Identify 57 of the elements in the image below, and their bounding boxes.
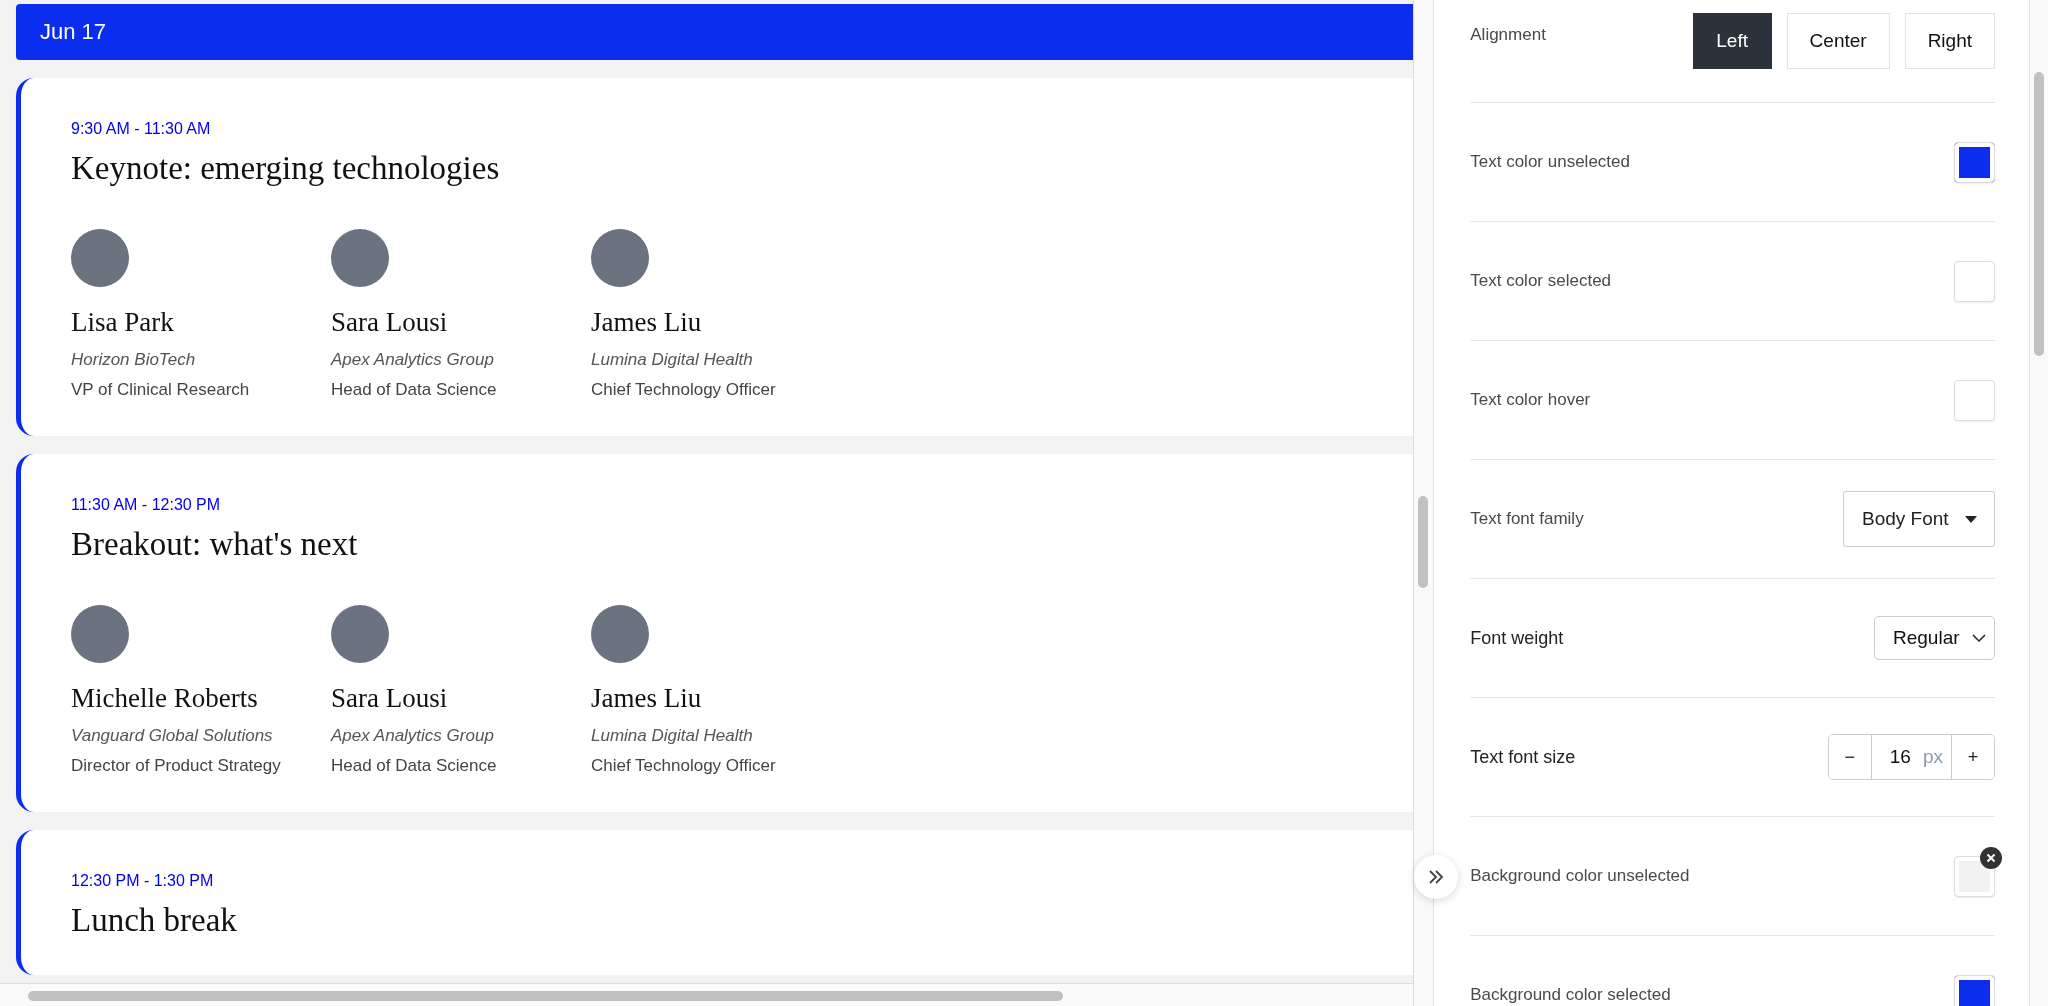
session-time: 9:30 AM - 11:30 AM	[71, 120, 212, 138]
session-time: 11:30 AM - 12:30 PM	[71, 496, 222, 514]
speaker-company: Lumina Digital Health	[591, 726, 754, 746]
color-swatch[interactable]	[1954, 141, 1995, 183]
setting-label: Font weight	[1470, 627, 1564, 649]
setting-label: Text color selected	[1470, 271, 1612, 291]
session-title: Breakout: what's next	[71, 526, 359, 563]
setting-label: Text font size	[1470, 746, 1576, 768]
color-swatch[interactable]	[1954, 379, 1995, 421]
speaker-company: Vanguard Global Solutions	[71, 726, 274, 746]
setting-label: Alignment	[1470, 25, 1546, 45]
setting-label: Text color unselected	[1470, 152, 1630, 172]
speaker-name: Michelle Roberts	[71, 683, 259, 714]
setting-label: Background color selected	[1470, 985, 1671, 1005]
speaker-name: James Liu	[591, 307, 703, 338]
speaker-company: Apex Analytics Group	[331, 726, 495, 746]
speaker-name: Lisa Park	[71, 307, 175, 338]
avatar-placeholder	[331, 605, 389, 663]
speaker-company: Apex Analytics Group	[331, 350, 495, 370]
date-header: Jun 17	[16, 4, 1414, 60]
font-size-value[interactable]: 16	[1889, 746, 1911, 768]
unit-label: px	[1922, 746, 1943, 768]
speaker-role: VP of Clinical Research	[71, 380, 251, 400]
font-weight-select[interactable]: Regular	[1874, 616, 1995, 660]
setting-label: Background color unselected	[1470, 866, 1690, 886]
speaker-role: Director of Product Strategy	[71, 756, 282, 776]
speaker-company: Lumina Digital Health	[591, 350, 754, 370]
avatar-placeholder	[71, 229, 129, 287]
color-swatch[interactable]	[1954, 974, 1995, 1006]
avatar-placeholder	[591, 605, 649, 663]
scrollbar-thumb[interactable]	[2034, 72, 2044, 356]
font-family-dropdown[interactable]: Body Font	[1843, 491, 1995, 547]
alignment-option[interactable]: Center	[1786, 13, 1890, 69]
speaker-name: James Liu	[591, 683, 703, 714]
avatar-placeholder	[591, 229, 649, 287]
setting-label: Text font family	[1470, 509, 1584, 529]
alignment-option[interactable]: Right	[1904, 13, 1995, 69]
alignment-option[interactable]: Left	[1692, 13, 1772, 69]
session-time: 12:30 PM - 1:30 PM	[71, 872, 215, 890]
scrollbar-thumb[interactable]	[28, 991, 1063, 1001]
clear-icon[interactable]	[1980, 846, 2002, 869]
speaker-role: Head of Data Science	[331, 380, 498, 400]
speaker-role: Chief Technology Officer	[591, 756, 777, 776]
caret-icon	[1964, 514, 1978, 524]
session-title: Keynote: emerging technologies	[71, 150, 501, 187]
scrollbar-thumb[interactable]	[1418, 496, 1429, 588]
avatar-placeholder	[331, 229, 389, 287]
color-swatch[interactable]	[1954, 260, 1995, 302]
session-title: Lunch break	[71, 902, 238, 939]
chevron-down-icon	[1972, 633, 1986, 643]
speaker-company: Horizon BioTech	[71, 350, 197, 370]
speaker-name: Sara Lousi	[331, 307, 449, 338]
speaker-name: Sara Lousi	[331, 683, 449, 714]
speaker-role: Chief Technology Officer	[591, 380, 777, 400]
speaker-role: Head of Data Science	[331, 756, 498, 776]
setting-label: Text color hover	[1470, 390, 1591, 410]
avatar-placeholder	[71, 605, 129, 663]
